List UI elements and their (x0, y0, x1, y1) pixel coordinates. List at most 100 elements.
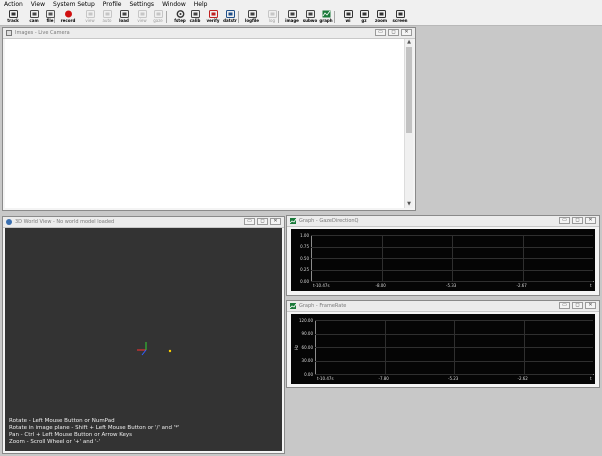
world-view-window: 3D World View - No world model loaded ▭ … (2, 216, 285, 454)
maximize-button[interactable]: ◻ (257, 218, 268, 225)
maximize-button[interactable]: ◻ (572, 302, 583, 309)
toolbar-track-button[interactable]: track (3, 9, 23, 25)
toolbar-label: graph (319, 18, 333, 23)
x-tick-label: -5.33 (446, 283, 457, 288)
y-axis-label: Hz (294, 344, 299, 350)
toolbar-load-button[interactable]: load (114, 9, 134, 25)
menu-help[interactable]: Help (190, 0, 212, 9)
scroll-down-icon[interactable]: ▼ (405, 201, 413, 208)
toolbar-graph-button[interactable]: graph (316, 9, 336, 25)
toolbar-label: log (268, 18, 276, 23)
gridline-vertical (452, 235, 453, 281)
y-tick-label: 0.75 (300, 244, 309, 249)
toolbar-logfile-button[interactable]: logfile (242, 9, 262, 25)
toolbar-record-button[interactable]: record (58, 9, 78, 25)
toolbar-label: screen (392, 18, 408, 23)
minimize-button[interactable]: ▭ (244, 218, 255, 225)
toolbar-gaze-button[interactable]: gaze (148, 9, 168, 25)
close-button[interactable]: ✕ (270, 218, 281, 225)
y-tick-label: 120.00 (299, 317, 313, 323)
world-titlebar[interactable]: 3D World View - No world model loaded ▭ … (3, 217, 284, 228)
target-icon (8, 10, 18, 18)
images-titlebar[interactable]: Images - Live Camera ▭ ◻ ✕ (3, 28, 415, 39)
gridline-horizontal (315, 374, 593, 375)
menu-system-setup[interactable]: System Setup (49, 0, 99, 9)
graph-framerate-window: Graph - FrameRate ▭ ◻ ✕ 120.00 90.00 60.00… (286, 300, 600, 388)
x-tick-label: -2.67 (516, 283, 527, 288)
close-button[interactable]: ✕ (585, 217, 596, 224)
graph-framerate-titlebar[interactable]: Graph - FrameRate ▭ ◻ ✕ (287, 301, 599, 312)
gridline-horizontal (311, 281, 593, 282)
close-button[interactable]: ✕ (401, 29, 412, 36)
menu-action[interactable]: Action (0, 0, 27, 9)
gaze-icon (153, 10, 163, 18)
globe-icon (6, 219, 12, 225)
graph-icon (290, 303, 296, 309)
toolbar-log-button[interactable]: log (262, 9, 282, 25)
toolbar-label: load (119, 18, 129, 23)
toolbar-image-button[interactable]: image (282, 9, 302, 25)
y-tick-label: 0.25 (300, 267, 309, 272)
world-icon (343, 10, 353, 18)
gridline-vertical (454, 320, 455, 374)
graph-framerate-plot: 120.00 90.00 60.00 30.00 0.00 t-10.47s -7.80 -5… (291, 314, 595, 384)
images-title: Images - Live Camera (15, 30, 70, 36)
close-button[interactable]: ✕ (585, 302, 596, 309)
toolbar-zoom-button[interactable]: zoom (371, 9, 391, 25)
vertical-scrollbar[interactable]: ▲ ▼ (404, 39, 413, 208)
scrollbar-thumb[interactable] (406, 47, 412, 133)
minimize-button[interactable]: ▭ (559, 217, 570, 224)
zoom-icon (376, 10, 386, 18)
graph-gaze-plot: 1.00 0.75 0.50 0.25 0.00 t-10.47s -8.00 -5.33 -2… (291, 229, 595, 291)
file-icon (45, 10, 55, 18)
menu-bar: Action View System Setup Profile Settings Win… (0, 0, 602, 9)
world-title: 3D World View - No world model loaded (15, 219, 115, 225)
toolbar-label: gaze (153, 18, 163, 23)
camera-icon (29, 10, 39, 18)
menu-window[interactable]: Window (158, 0, 190, 9)
load-icon (119, 10, 129, 18)
y-tick-label: 0.00 (300, 278, 309, 284)
toolbar-label: calib (189, 18, 201, 23)
toolbar-datstr-button[interactable]: datstr (220, 9, 240, 25)
toolbar-label: logfile (244, 18, 260, 23)
x-tick-label: -5.23 (448, 376, 459, 381)
toolbar-label: image (285, 18, 299, 23)
view-icon (85, 10, 95, 18)
y-tick-label: 1.00 (300, 232, 309, 238)
calib-icon (190, 10, 200, 18)
toolbar-calib-button[interactable]: calib (185, 9, 205, 25)
y-tick-label: 60.00 (301, 344, 313, 350)
x-tick-label: -2.62 (517, 376, 528, 381)
x-tick-label: -8.00 (375, 283, 386, 288)
graph-framerate-title: Graph - FrameRate (299, 303, 347, 309)
toolbar-screen-button[interactable]: screen (390, 9, 410, 25)
y-tick-label: 90.00 (301, 331, 313, 336)
minimize-button[interactable]: ▭ (375, 29, 386, 36)
toolbar-file-button[interactable]: file (40, 9, 60, 25)
auto-icon (102, 10, 112, 18)
menu-settings[interactable]: Settings (125, 0, 158, 9)
y-tick-label: 30.00 (301, 358, 313, 363)
gridline-vertical (384, 320, 386, 374)
coordinate-axes-icon (137, 342, 172, 356)
world-viewport[interactable]: Rotate - Left Mouse Button or NumPad Rot… (5, 228, 282, 451)
graph-icon (290, 218, 296, 224)
hint-rotate-plane: Rotate in image plane - Shift + Left Mou… (9, 425, 180, 431)
scroll-up-icon[interactable]: ▲ (405, 39, 413, 46)
graph-gaze-titlebar[interactable]: Graph - GazeDirectionQ ▭ ◻ ✕ (287, 216, 599, 227)
verify-icon (208, 10, 218, 18)
hint-rotate: Rotate - Left Mouse Button or NumPad (9, 418, 115, 424)
x-tick-label: t-10.47s (313, 283, 330, 288)
toolbar: track cam file record view auto load view gaze fs… (0, 9, 602, 26)
maximize-button[interactable]: ◻ (572, 217, 583, 224)
x-tick-label: t-10.47s (317, 376, 334, 381)
toolbar-label: file (46, 18, 54, 23)
maximize-button[interactable]: ◻ (388, 29, 399, 36)
menu-view[interactable]: View (27, 0, 49, 9)
gz-icon (359, 10, 369, 18)
hint-pan: Pan - Ctrl + Left Mouse Button or Arrow … (9, 432, 133, 438)
minimize-button[interactable]: ▭ (559, 302, 570, 309)
logfile-icon (247, 10, 257, 18)
menu-profile[interactable]: Profile (99, 0, 126, 9)
